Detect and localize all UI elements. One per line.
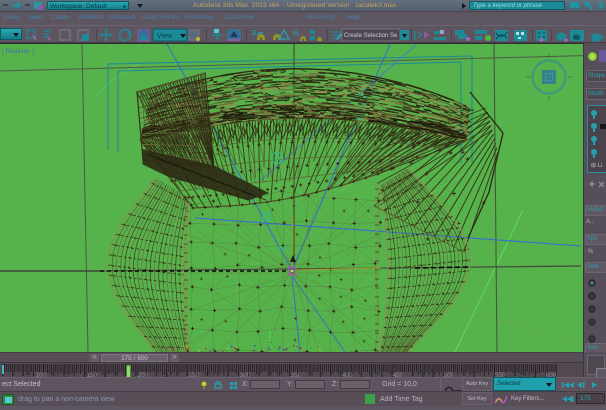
svg-text:3: 3 — [252, 30, 256, 37]
svg-text:View: View — [157, 33, 173, 40]
svg-text:Create Selection Se: Create Selection Se — [344, 33, 398, 39]
svg-text:%: % — [292, 29, 299, 38]
svg-text:⊞ Li: ⊞ Li — [591, 163, 602, 169]
